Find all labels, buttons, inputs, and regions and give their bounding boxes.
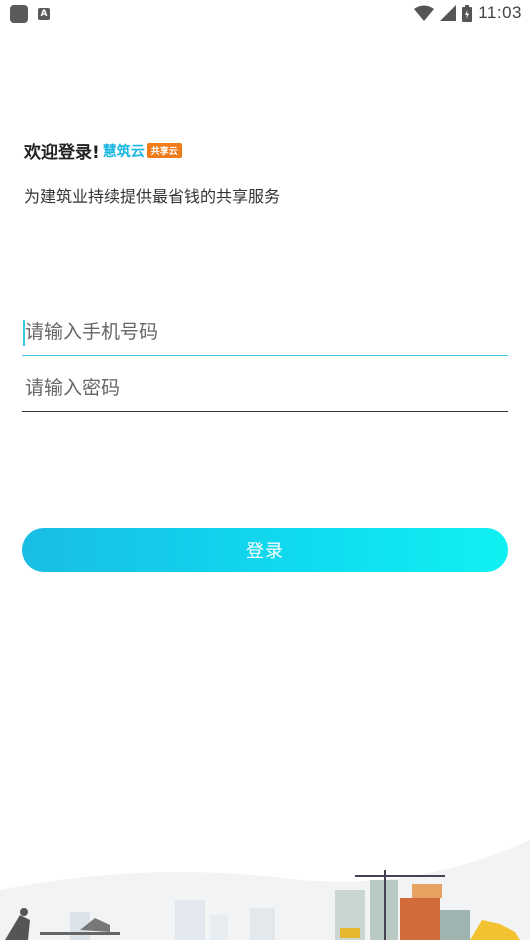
battery-icon: [462, 4, 473, 22]
status-bar: A 11:03: [0, 0, 530, 28]
welcome-text: 欢迎登录!: [24, 143, 100, 163]
welcome-heading: 欢迎登录! 慧筑云 共享云: [24, 138, 182, 163]
password-field[interactable]: [22, 368, 508, 412]
notification-icon: [10, 5, 28, 23]
signal-icon: [440, 5, 457, 21]
login-button[interactable]: 登录: [22, 528, 508, 572]
brand-badge: 共享云: [146, 143, 182, 158]
wifi-icon: [414, 5, 435, 21]
text-caret: [23, 320, 25, 346]
construction-skyline-illustration: [0, 840, 530, 940]
clock: 11:03: [478, 3, 522, 22]
brand-logo-text: 慧筑云: [102, 143, 145, 160]
subtitle: 为建筑业持续提供最省钱的共享服务: [24, 187, 281, 206]
phone-input[interactable]: [22, 312, 508, 352]
password-input[interactable]: [22, 368, 508, 408]
notification-a-icon: A: [38, 8, 50, 20]
phone-field[interactable]: [22, 312, 508, 356]
